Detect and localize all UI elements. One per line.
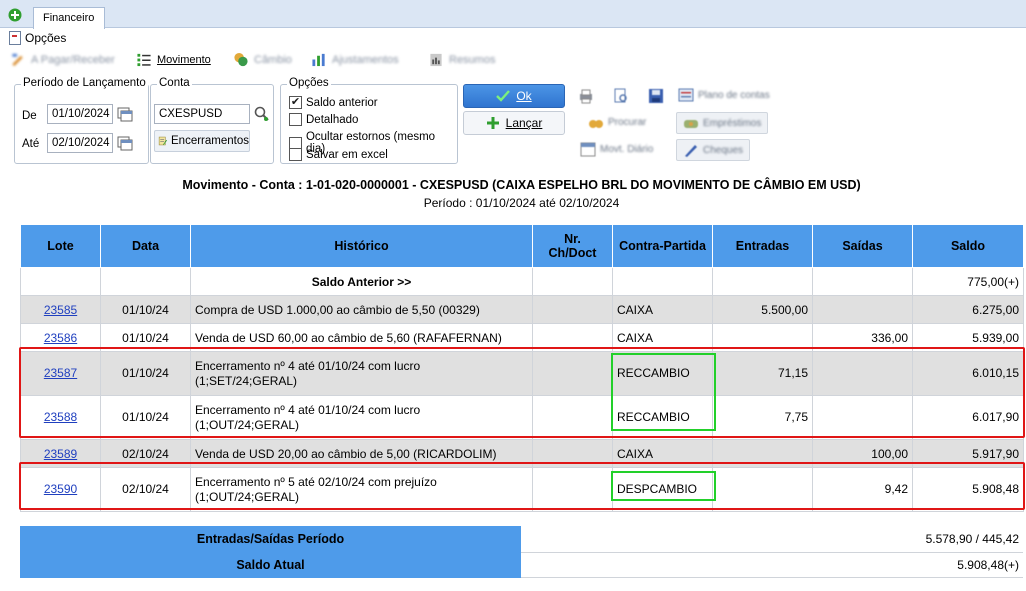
table-row: 23588 01/10/24 Encerramento nº 4 até 01/… [20, 395, 1024, 440]
search-icon[interactable] [253, 105, 270, 122]
col-nr-doct[interactable]: Nr. Ch/Doct [532, 224, 613, 268]
conta-legend: Conta [157, 77, 192, 89]
add-tab-icon[interactable] [8, 8, 22, 22]
menu-opcoes[interactable]: Opções [9, 31, 66, 49]
periodo-legend: Período de Lançamento [21, 77, 148, 89]
checkbox[interactable] [289, 148, 302, 161]
saldo-anterior-value: 775,00(+) [912, 267, 1024, 296]
module-toolbar: A Pagar/Receber Movimento Câmbio Ajustam… [8, 50, 608, 72]
tab-financeiro[interactable]: Financeiro [33, 7, 105, 29]
table-row: 23589 02/10/24 Venda de USD 20,00 ao câm… [20, 439, 1024, 468]
movt-diario-button[interactable]: Movt. Diário [580, 141, 653, 157]
toolbar-pagar-receber[interactable]: A Pagar/Receber [10, 52, 115, 67]
calendar-icon[interactable] [117, 106, 133, 122]
tab-bar: Financeiro [0, 0, 1026, 29]
document-icon [9, 31, 21, 45]
report-icon [430, 53, 442, 67]
list-icon [137, 53, 151, 67]
lote-link[interactable]: 23587 [44, 366, 77, 380]
table-row: 23590 02/10/24 Encerramento nº 5 até 02/… [20, 467, 1024, 512]
ledger-icon [678, 88, 694, 102]
cheques-button[interactable]: Cheques [676, 139, 751, 161]
calendar-icon[interactable] [117, 135, 133, 151]
summary-periodo-label: Entradas/Saídas Período [20, 526, 521, 553]
report-title: Movimento - Conta : 1-01-020-0000001 - C… [182, 178, 861, 192]
col-data[interactable]: Data [100, 224, 191, 268]
lote-link[interactable]: 23590 [44, 482, 77, 496]
encerramentos-button[interactable]: Encerramentos [154, 130, 250, 152]
saldo-anterior-row: Saldo Anterior >> 775,00(+) [20, 267, 1024, 296]
plano-contas-button[interactable]: Plano de contas [678, 87, 770, 103]
checkbox[interactable] [289, 113, 302, 126]
toolbar-ajustamentos[interactable]: Ajustamentos [311, 52, 399, 67]
procurar-button[interactable]: Procurar [588, 114, 646, 130]
option-salvar-excel[interactable]: Salvar em excel [289, 148, 388, 161]
toolbar-movimento[interactable]: Movimento [136, 52, 211, 67]
saldo-anterior-label: Saldo Anterior >> [190, 267, 533, 296]
movimento-table: Lote Data Histórico Nr. Ch/Doct Contra-Pa… [20, 224, 1024, 512]
printer-icon[interactable] [578, 88, 594, 104]
col-lote[interactable]: Lote [20, 224, 101, 268]
chart-icon [312, 53, 325, 67]
checkmark-icon [496, 90, 511, 102]
summary-periodo-value: 5.578,90 / 445,42 [521, 526, 1023, 553]
calendar-icon [580, 142, 596, 157]
ok-button[interactable]: Ok [463, 84, 565, 108]
preview-icon[interactable] [613, 88, 629, 104]
pen-icon [685, 145, 697, 157]
plus-icon [486, 117, 499, 129]
conta-group: Conta CXESPUSD [150, 77, 274, 164]
lote-link[interactable]: 23586 [44, 331, 77, 345]
date-from-input[interactable]: 01/10/2024 [47, 104, 113, 124]
col-saidas[interactable]: Saídas [812, 224, 913, 268]
account-input[interactable]: CXESPUSD [154, 104, 250, 124]
summary-saldo-value: 5.908,48(+) [521, 553, 1023, 578]
lote-link[interactable]: 23588 [44, 410, 77, 424]
lote-link[interactable]: 23585 [44, 303, 77, 317]
binoculars-icon [589, 120, 603, 128]
col-entradas[interactable]: Entradas [712, 224, 813, 268]
table-header: Lote Data Histórico Nr. Ch/Doct Contra-Pa… [20, 224, 1024, 268]
handshake-icon [684, 120, 698, 128]
checkbox-checked[interactable]: ✔ [289, 96, 302, 109]
report-period: Período : 01/10/2024 até 02/10/2024 [423, 196, 620, 210]
lote-link[interactable]: 23589 [44, 447, 77, 461]
date-to-input[interactable]: 02/10/2024 [47, 133, 113, 153]
lancar-button[interactable]: Lançar [463, 111, 565, 135]
toolbar-resumos[interactable]: Resumos [428, 52, 495, 67]
periodo-group: Período de Lançamento De 01/10/2024 Até … [14, 77, 149, 164]
col-historico[interactable]: Histórico [190, 224, 533, 268]
opcoes-group: Opções ✔ Saldo anterior Detalhado Oculta… [280, 77, 458, 164]
pencil-icon [12, 53, 23, 67]
save-icon[interactable] [648, 88, 664, 104]
coins-icon [234, 52, 248, 67]
emprestimos-button[interactable]: Empréstimos [676, 112, 769, 134]
col-contra-partida[interactable]: Contra-Partida [612, 224, 713, 268]
opcoes-legend: Opções [287, 77, 331, 89]
table-row: 23585 01/10/24 Compra de USD 1.000,00 ao… [20, 295, 1024, 324]
ate-label: Até [22, 138, 40, 150]
option-detalhado[interactable]: Detalhado [289, 113, 358, 126]
toolbar-cambio[interactable]: Câmbio [233, 52, 292, 67]
de-label: De [22, 110, 37, 122]
col-saldo[interactable]: Saldo [912, 224, 1024, 268]
table-row: 23586 01/10/24 Venda de USD 60,00 ao câm… [20, 323, 1024, 352]
table-row: 23587 01/10/24 Encerramento nº 4 até 01/… [20, 351, 1024, 396]
option-saldo-anterior[interactable]: ✔ Saldo anterior [289, 96, 378, 109]
summary-saldo-label: Saldo Atual [20, 553, 521, 578]
notepad-icon [158, 136, 168, 146]
